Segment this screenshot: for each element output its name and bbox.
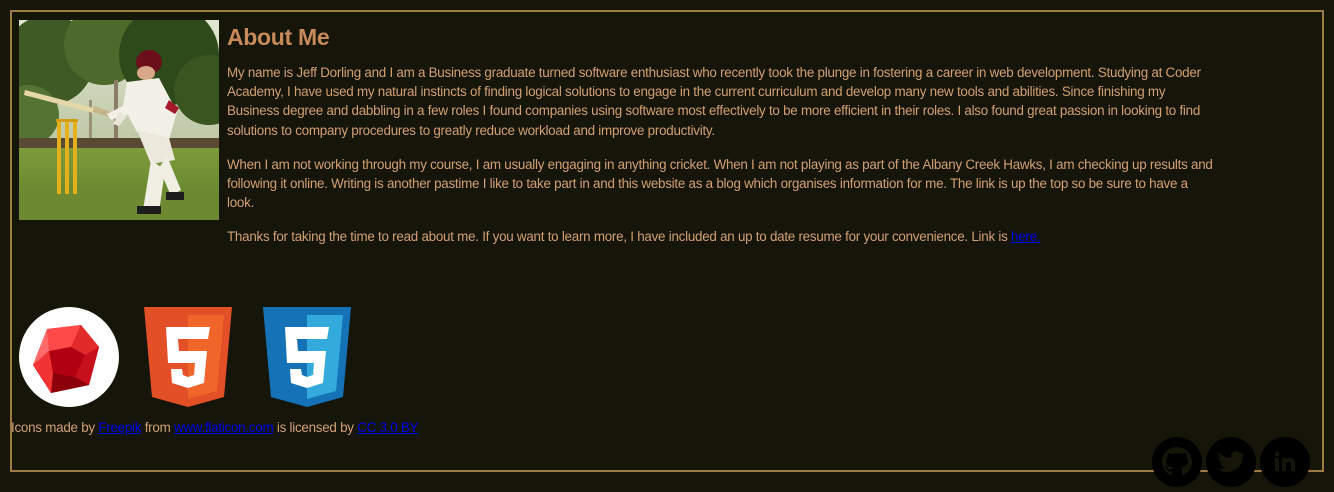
about-paragraph-2: When I am not working through my course,… [227,156,1213,211]
attribution-licensed: is licensed by [273,420,358,435]
about-paragraph-3: Thanks for taking the time to read about… [227,227,1217,246]
attribution-prefix: Icons made by [11,420,99,435]
resume-link[interactable]: here. [1011,229,1041,244]
linkedin-icon[interactable] [1260,437,1310,487]
about-text: About Me My name is Jeff Dorling and I a… [227,20,1217,262]
github-icon[interactable] [1152,437,1202,487]
ruby-icon [19,307,119,412]
attribution-from: from [141,420,174,435]
icons-attribution: Icons made by Freepik from www.flaticon.… [11,420,418,435]
css3-icon [263,307,351,412]
about-paragraph-3-text: Thanks for taking the time to read about… [227,229,1012,245]
about-paragraph-1: My name is Jeff Dorling and I am a Busin… [227,65,1201,138]
twitter-icon[interactable] [1206,437,1256,487]
flaticon-link[interactable]: www.flaticon.com [174,420,274,435]
license-link[interactable]: CC 3.0 BY [357,420,418,435]
cricket-batsman-photo [19,20,219,220]
html5-icon [144,307,232,412]
freepik-link[interactable]: Freepik [98,420,141,435]
about-title: About Me [227,24,330,50]
